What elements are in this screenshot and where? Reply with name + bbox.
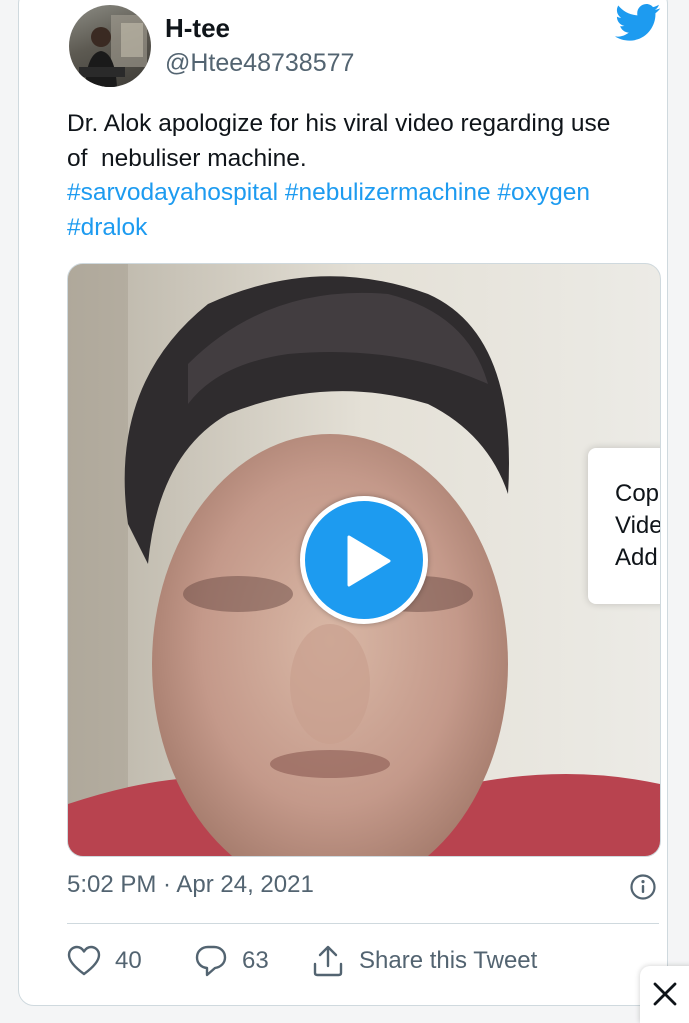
hashtag-links[interactable]: #sarvodayahospital #nebulizermachine #ox… xyxy=(67,176,673,211)
tweet-timestamp[interactable]: 5:02 PM · Apr 24, 2021 xyxy=(67,871,314,899)
info-icon[interactable] xyxy=(629,873,657,901)
hashtag-link[interactable]: #dralok xyxy=(67,211,673,246)
video-player[interactable]: Cop Vide Add xyxy=(67,263,661,857)
heart-icon xyxy=(67,945,101,976)
reply-button[interactable]: 63 xyxy=(194,941,269,981)
context-menu: Cop Vide Add xyxy=(588,448,660,604)
like-button[interactable]: 40 xyxy=(67,941,142,981)
tweet-text: Dr. Alok apologize for his viral video r… xyxy=(67,107,673,245)
reply-count: 63 xyxy=(242,947,269,974)
play-icon xyxy=(347,535,391,587)
close-button[interactable] xyxy=(640,966,689,1023)
share-icon xyxy=(313,945,343,977)
tweet-card: H-tee @Htee48738577 Dr. Alok apologize f… xyxy=(18,0,668,1006)
author-avatar[interactable] xyxy=(69,5,151,87)
reply-bubble-icon xyxy=(195,945,227,977)
share-button[interactable]: Share this Tweet xyxy=(311,941,537,981)
context-menu-item-video[interactable]: Vide xyxy=(615,512,660,540)
close-icon xyxy=(653,982,677,1006)
context-menu-item-copy[interactable]: Cop xyxy=(615,480,659,508)
divider xyxy=(67,923,659,924)
context-menu-item-add[interactable]: Add xyxy=(615,544,658,572)
tweet-text-line: of nebuliser machine. xyxy=(67,144,307,172)
tweet-text-line: Dr. Alok apologize for his viral video r… xyxy=(67,110,611,137)
author-name[interactable]: H-tee xyxy=(165,13,230,44)
share-label: Share this Tweet xyxy=(359,947,538,974)
like-count: 40 xyxy=(115,947,142,974)
play-button[interactable] xyxy=(300,496,428,624)
twitter-logo-icon[interactable] xyxy=(615,3,661,43)
author-handle[interactable]: @Htee48738577 xyxy=(165,49,354,78)
